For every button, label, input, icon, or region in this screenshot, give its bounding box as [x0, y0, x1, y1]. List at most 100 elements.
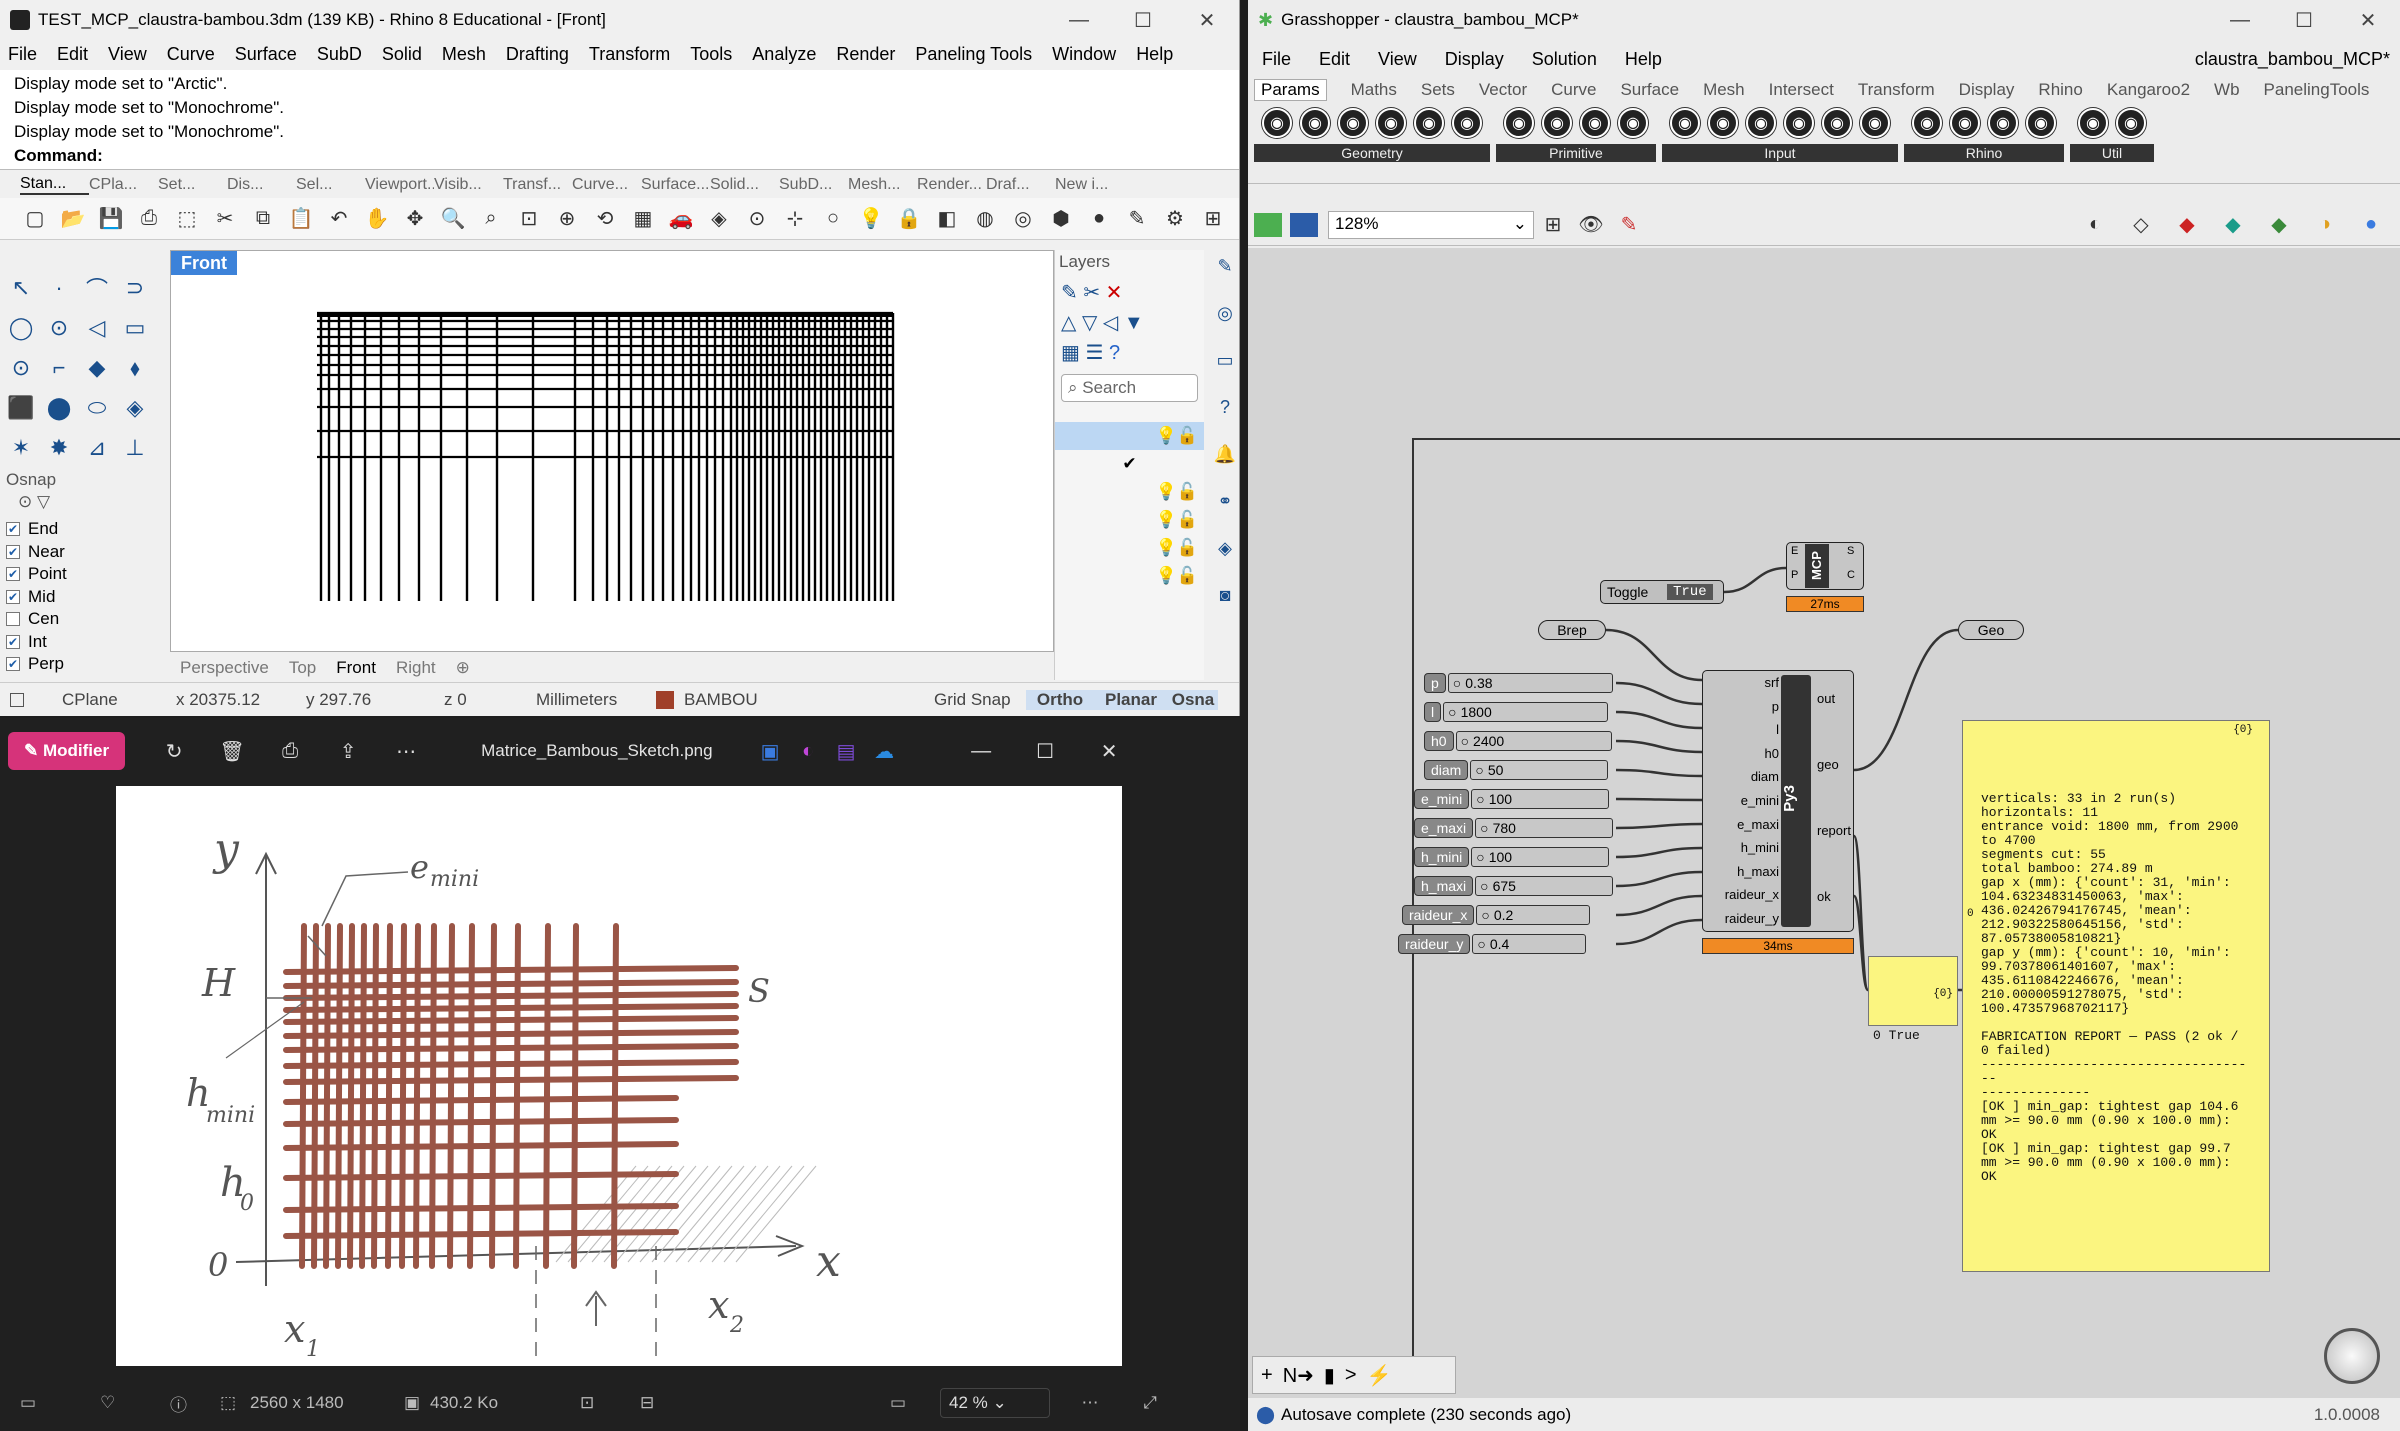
- left-tool-icon[interactable]: ⊥: [116, 428, 154, 468]
- onedrive-icon[interactable]: ☁: [869, 736, 899, 766]
- zoom-select[interactable]: 42 % ⌄: [940, 1388, 1050, 1418]
- zoom-extents-icon[interactable]: ⊞: [1538, 210, 1568, 240]
- left-tool-icon[interactable]: ⊙: [40, 308, 78, 348]
- py-input-h-maxi[interactable]: h_maxi: [1707, 864, 1779, 888]
- osnap-cen[interactable]: Cen: [0, 608, 166, 631]
- prompt-icon[interactable]: >: [1345, 1364, 1357, 1387]
- component-icon[interactable]: ◉: [1988, 108, 2018, 138]
- left-tool-icon[interactable]: ✸: [40, 428, 78, 468]
- close-icon[interactable]: ✕: [1175, 8, 1239, 33]
- view-tab-perspective[interactable]: Perspective: [180, 658, 269, 678]
- slider-e-maxi[interactable]: e_maxi ○ 780: [1414, 817, 1614, 839]
- component-icon[interactable]: ◉: [1338, 108, 1368, 138]
- slider-track[interactable]: ○ 0.38: [1447, 673, 1613, 693]
- slider-knob[interactable]: ○: [1480, 878, 1488, 894]
- toolbar-icon[interactable]: ●: [1084, 204, 1114, 234]
- status-units[interactable]: Millimeters: [536, 690, 656, 710]
- component-icon[interactable]: ◉: [2078, 108, 2108, 138]
- slider-e-mini[interactable]: e_mini ○ 100: [1414, 788, 1610, 810]
- toolbar-icon[interactable]: ✂: [210, 204, 240, 234]
- checkbox[interactable]: ✔: [6, 567, 20, 582]
- gh-menu-solution[interactable]: Solution: [1532, 49, 1597, 70]
- slider-track[interactable]: ○ 100: [1471, 789, 1610, 809]
- py-output-out[interactable]: out: [1817, 691, 1853, 757]
- slider-h-mini[interactable]: h_mini ○ 100: [1414, 846, 1610, 868]
- slider-knob[interactable]: ○: [1477, 936, 1485, 952]
- py-input-raideur-x[interactable]: raideur_x: [1707, 887, 1779, 911]
- osnap-near[interactable]: ✔ Near: [0, 541, 166, 564]
- component-icon[interactable]: ◉: [1580, 108, 1610, 138]
- share-icon[interactable]: ⇪: [333, 736, 363, 766]
- left-tool-icon[interactable]: ⊿: [78, 428, 116, 468]
- py-output-report[interactable]: report: [1817, 823, 1853, 889]
- gh-tab-sets[interactable]: Sets: [1421, 80, 1455, 100]
- component-icon[interactable]: ◉: [1414, 108, 1444, 138]
- toolbar-tab[interactable]: Render...: [917, 176, 986, 194]
- gh-tab-surface[interactable]: Surface: [1620, 80, 1679, 100]
- osnap-perp[interactable]: ✔ Perp: [0, 653, 166, 676]
- toolbar-icon[interactable]: ⬢: [1046, 204, 1076, 234]
- layer-search-input[interactable]: ⌕ Search: [1061, 374, 1198, 402]
- left-tool-icon[interactable]: ·: [40, 268, 78, 308]
- slider-knob[interactable]: ○: [1476, 791, 1484, 807]
- maximize-icon[interactable]: ☐: [2272, 8, 2336, 33]
- gh-menu-display[interactable]: Display: [1445, 49, 1504, 70]
- left-tool-icon[interactable]: ↖: [2, 268, 40, 308]
- checkbox[interactable]: ✔: [6, 657, 20, 672]
- toolbar-icon[interactable]: ✋: [362, 204, 392, 234]
- add-view-icon[interactable]: ⊕: [456, 658, 470, 678]
- add-icon[interactable]: +: [1261, 1364, 1273, 1387]
- osnap-int[interactable]: ✔ Int: [0, 631, 166, 654]
- info-icon[interactable]: ⓘ: [170, 1391, 220, 1416]
- osnap-end[interactable]: ✔ End: [0, 518, 166, 541]
- modify-button[interactable]: ✎ Modifier: [8, 732, 126, 770]
- layer-row[interactable]: ✔: [1055, 450, 1204, 478]
- focus-icon[interactable]: ⊡: [580, 1393, 640, 1413]
- gh-menu-file[interactable]: File: [1262, 49, 1291, 70]
- toolbar-tab[interactable]: Transf...: [503, 176, 572, 194]
- report-panel[interactable]: {0} 0 verticals: 33 in 2 run(s) horizont…: [1962, 720, 2270, 1272]
- py-input-diam[interactable]: diam: [1707, 769, 1779, 793]
- checkbox[interactable]: [6, 612, 20, 627]
- new-param-icon[interactable]: N➜: [1283, 1363, 1314, 1388]
- mcp-component[interactable]: E P MCP S C: [1786, 542, 1864, 590]
- left-tool-icon[interactable]: ⊃: [116, 268, 154, 308]
- menu-item-transform[interactable]: Transform: [589, 44, 670, 65]
- osnap-toggle[interactable]: Osna: [1168, 689, 1218, 710]
- gh-canvas[interactable]: Toggle True E P MCP S C 27ms Brep Geo p ○…: [1248, 248, 2400, 1398]
- py-output-geo[interactable]: geo: [1817, 757, 1853, 823]
- left-tool-icon[interactable]: ⊙: [2, 348, 40, 388]
- gh-tab-vector[interactable]: Vector: [1479, 80, 1527, 100]
- left-tool-icon[interactable]: ▭: [116, 308, 154, 348]
- minimize-icon[interactable]: —: [2208, 9, 2272, 32]
- gh-tab-panelingtools[interactable]: PanelingTools: [2264, 80, 2370, 100]
- py-input-h-mini[interactable]: h_mini: [1707, 840, 1779, 864]
- view-tab-right[interactable]: Right: [396, 658, 436, 678]
- left-tool-icon[interactable]: ◈: [116, 388, 154, 428]
- toolbar-tab[interactable]: Sel...: [296, 176, 365, 194]
- favorite-icon[interactable]: ♡: [100, 1393, 170, 1413]
- gh-tab-display[interactable]: Display: [1959, 80, 2015, 100]
- checkbox[interactable]: ✔: [6, 522, 20, 537]
- gh-menu-view[interactable]: View: [1378, 49, 1417, 70]
- gh-tab-kangaroo2[interactable]: Kangaroo2: [2107, 80, 2190, 100]
- toolbar-icon[interactable]: ⊡: [514, 204, 544, 234]
- delete-icon[interactable]: 🗑: [217, 736, 247, 766]
- navigator-widget[interactable]: [2324, 1328, 2380, 1384]
- layer-row[interactable]: 💡🔓: [1055, 506, 1204, 534]
- left-tool-icon[interactable]: ⌐: [40, 348, 78, 388]
- open-icon[interactable]: [1254, 212, 1282, 237]
- toolbar-icon[interactable]: ▦: [628, 204, 658, 234]
- component-icon[interactable]: ◉: [2116, 108, 2146, 138]
- preview-eye-icon[interactable]: 👁: [1576, 210, 1606, 240]
- status-layer[interactable]: BAMBOU: [684, 690, 934, 710]
- component-icon[interactable]: ◉: [1950, 108, 1980, 138]
- py-input-h0[interactable]: h0: [1707, 746, 1779, 770]
- toolbar-icon[interactable]: ⚙: [1160, 204, 1190, 234]
- save-icon[interactable]: [1290, 212, 1318, 237]
- gh-tab-wb[interactable]: Wb: [2214, 80, 2240, 100]
- component-icon[interactable]: ◉: [1542, 108, 1572, 138]
- copilot-icon[interactable]: ◐: [793, 736, 823, 766]
- component-icon[interactable]: ◉: [1784, 108, 1814, 138]
- osnap-mid[interactable]: ✔ Mid: [0, 586, 166, 609]
